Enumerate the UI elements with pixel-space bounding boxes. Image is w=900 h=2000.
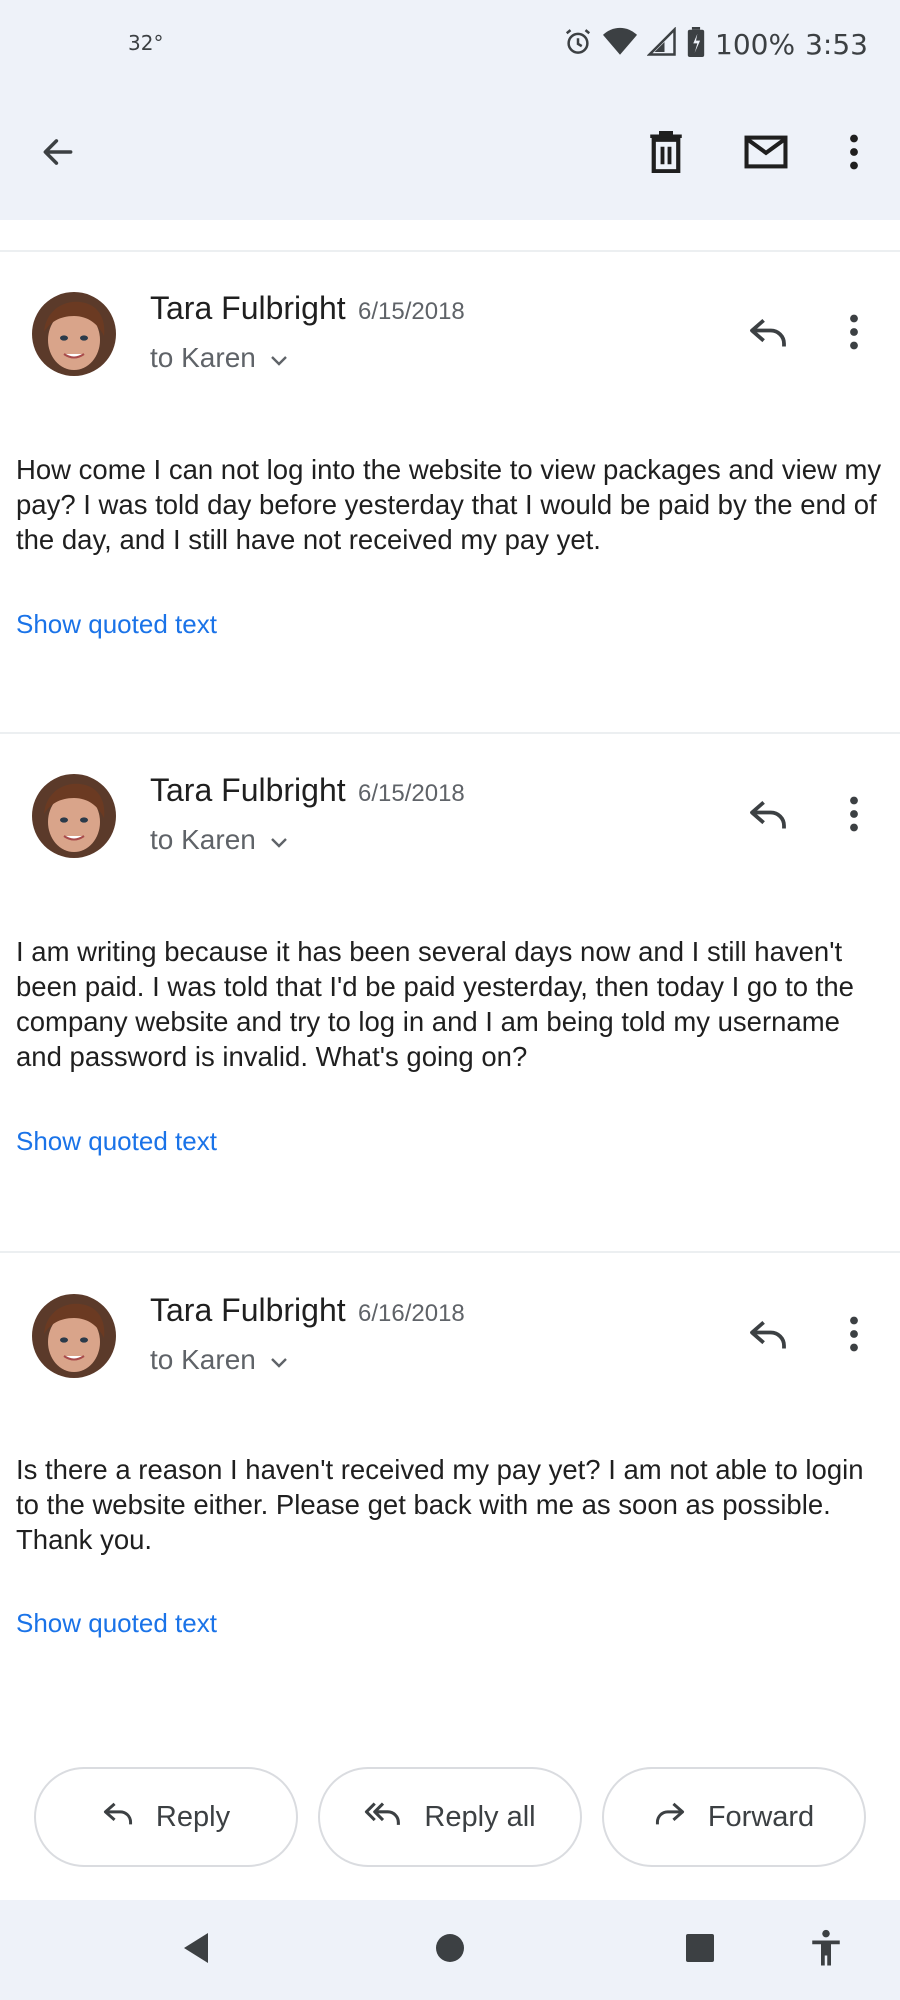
reply-button[interactable] [740, 788, 796, 844]
forward-icon [654, 1800, 686, 1834]
more-vert-icon [849, 134, 859, 175]
status-icons: 100% 3:53 [563, 24, 868, 64]
recipient-text: to Karen [150, 824, 256, 855]
message-body: How come I can not log into the website … [16, 454, 882, 555]
chevron-down-icon [270, 1344, 288, 1376]
nav-back-button[interactable] [172, 1926, 220, 1974]
reply-action-button[interactable]: Reply [34, 1767, 298, 1867]
reply-all-action-button[interactable]: Reply all [318, 1767, 582, 1867]
chevron-down-icon [270, 824, 288, 856]
reply-all-label: Reply all [424, 1800, 536, 1833]
reply-all-icon [364, 1800, 402, 1834]
reply-button[interactable] [740, 1308, 796, 1364]
alarm-icon [563, 27, 593, 62]
nav-accessibility-button[interactable] [802, 1926, 850, 1974]
nav-recents-icon [685, 1933, 715, 1968]
delete-button[interactable] [634, 122, 698, 186]
avatar[interactable] [32, 774, 116, 858]
show-quoted-text-link[interactable]: Show quoted text [16, 1126, 217, 1157]
message-date: 6/15/2018 [358, 780, 465, 807]
reply-button[interactable] [740, 306, 796, 362]
forward-label: Forward [707, 1800, 815, 1833]
message-more-button[interactable] [826, 306, 882, 362]
show-quoted-text-link[interactable]: Show quoted text [16, 1608, 217, 1639]
recipient-toggle[interactable]: to Karen [150, 342, 288, 374]
more-vert-icon [849, 796, 859, 837]
delete-icon [648, 130, 684, 178]
more-options-button[interactable] [822, 122, 886, 186]
temperature-text: 32° [128, 31, 164, 55]
chevron-down-icon [270, 342, 288, 374]
nav-home-icon [435, 1933, 465, 1968]
mark-unread-button[interactable] [734, 122, 798, 186]
nav-recents-button[interactable] [676, 1926, 724, 1974]
mark-unread-icon [744, 135, 788, 174]
message-date: 6/16/2018 [358, 1300, 465, 1327]
reply-icon [102, 1800, 134, 1834]
divider [0, 250, 900, 252]
recipient-text: to Karen [150, 1344, 256, 1375]
reply-icon [747, 316, 789, 353]
message-date: 6/15/2018 [358, 298, 465, 325]
recipient-text: to Karen [150, 342, 256, 373]
show-quoted-text-link[interactable]: Show quoted text [16, 609, 217, 640]
sender-name: Tara Fulbright [150, 290, 346, 326]
back-arrow-icon [39, 133, 77, 176]
nav-home-button[interactable] [426, 1926, 474, 1974]
signal-icon [646, 25, 677, 62]
reply-label: Reply [155, 1800, 231, 1833]
forward-action-button[interactable]: Forward [602, 1767, 866, 1867]
more-vert-icon [849, 1316, 859, 1357]
message-more-button[interactable] [826, 1308, 882, 1364]
sender-name: Tara Fulbright [150, 772, 346, 808]
avatar[interactable] [32, 1294, 116, 1378]
app-bar [0, 88, 900, 220]
status-bar: 32° 100% 3:53 [0, 0, 900, 88]
divider [0, 732, 900, 734]
reply-icon [747, 798, 789, 835]
system-nav-bar [0, 1900, 900, 2000]
recipient-toggle[interactable]: to Karen [150, 1344, 288, 1376]
reply-icon [747, 1318, 789, 1355]
battery-icon [687, 26, 705, 62]
recipient-toggle[interactable]: to Karen [150, 824, 288, 856]
clock-text: 3:53 [805, 27, 868, 61]
wifi-icon [603, 27, 638, 62]
accessibility-icon [811, 1929, 841, 1972]
sender-name: Tara Fulbright [150, 1292, 346, 1328]
more-vert-icon [849, 314, 859, 355]
divider [0, 1251, 900, 1253]
back-button[interactable] [26, 122, 90, 186]
message-body: I am writing because it has been several… [16, 936, 854, 1072]
message-body: Is there a reason I haven't received my … [16, 1454, 864, 1555]
nav-back-icon [181, 1931, 211, 1970]
battery-percent: 100% [715, 27, 796, 61]
message-more-button[interactable] [826, 788, 882, 844]
avatar[interactable] [32, 292, 116, 376]
